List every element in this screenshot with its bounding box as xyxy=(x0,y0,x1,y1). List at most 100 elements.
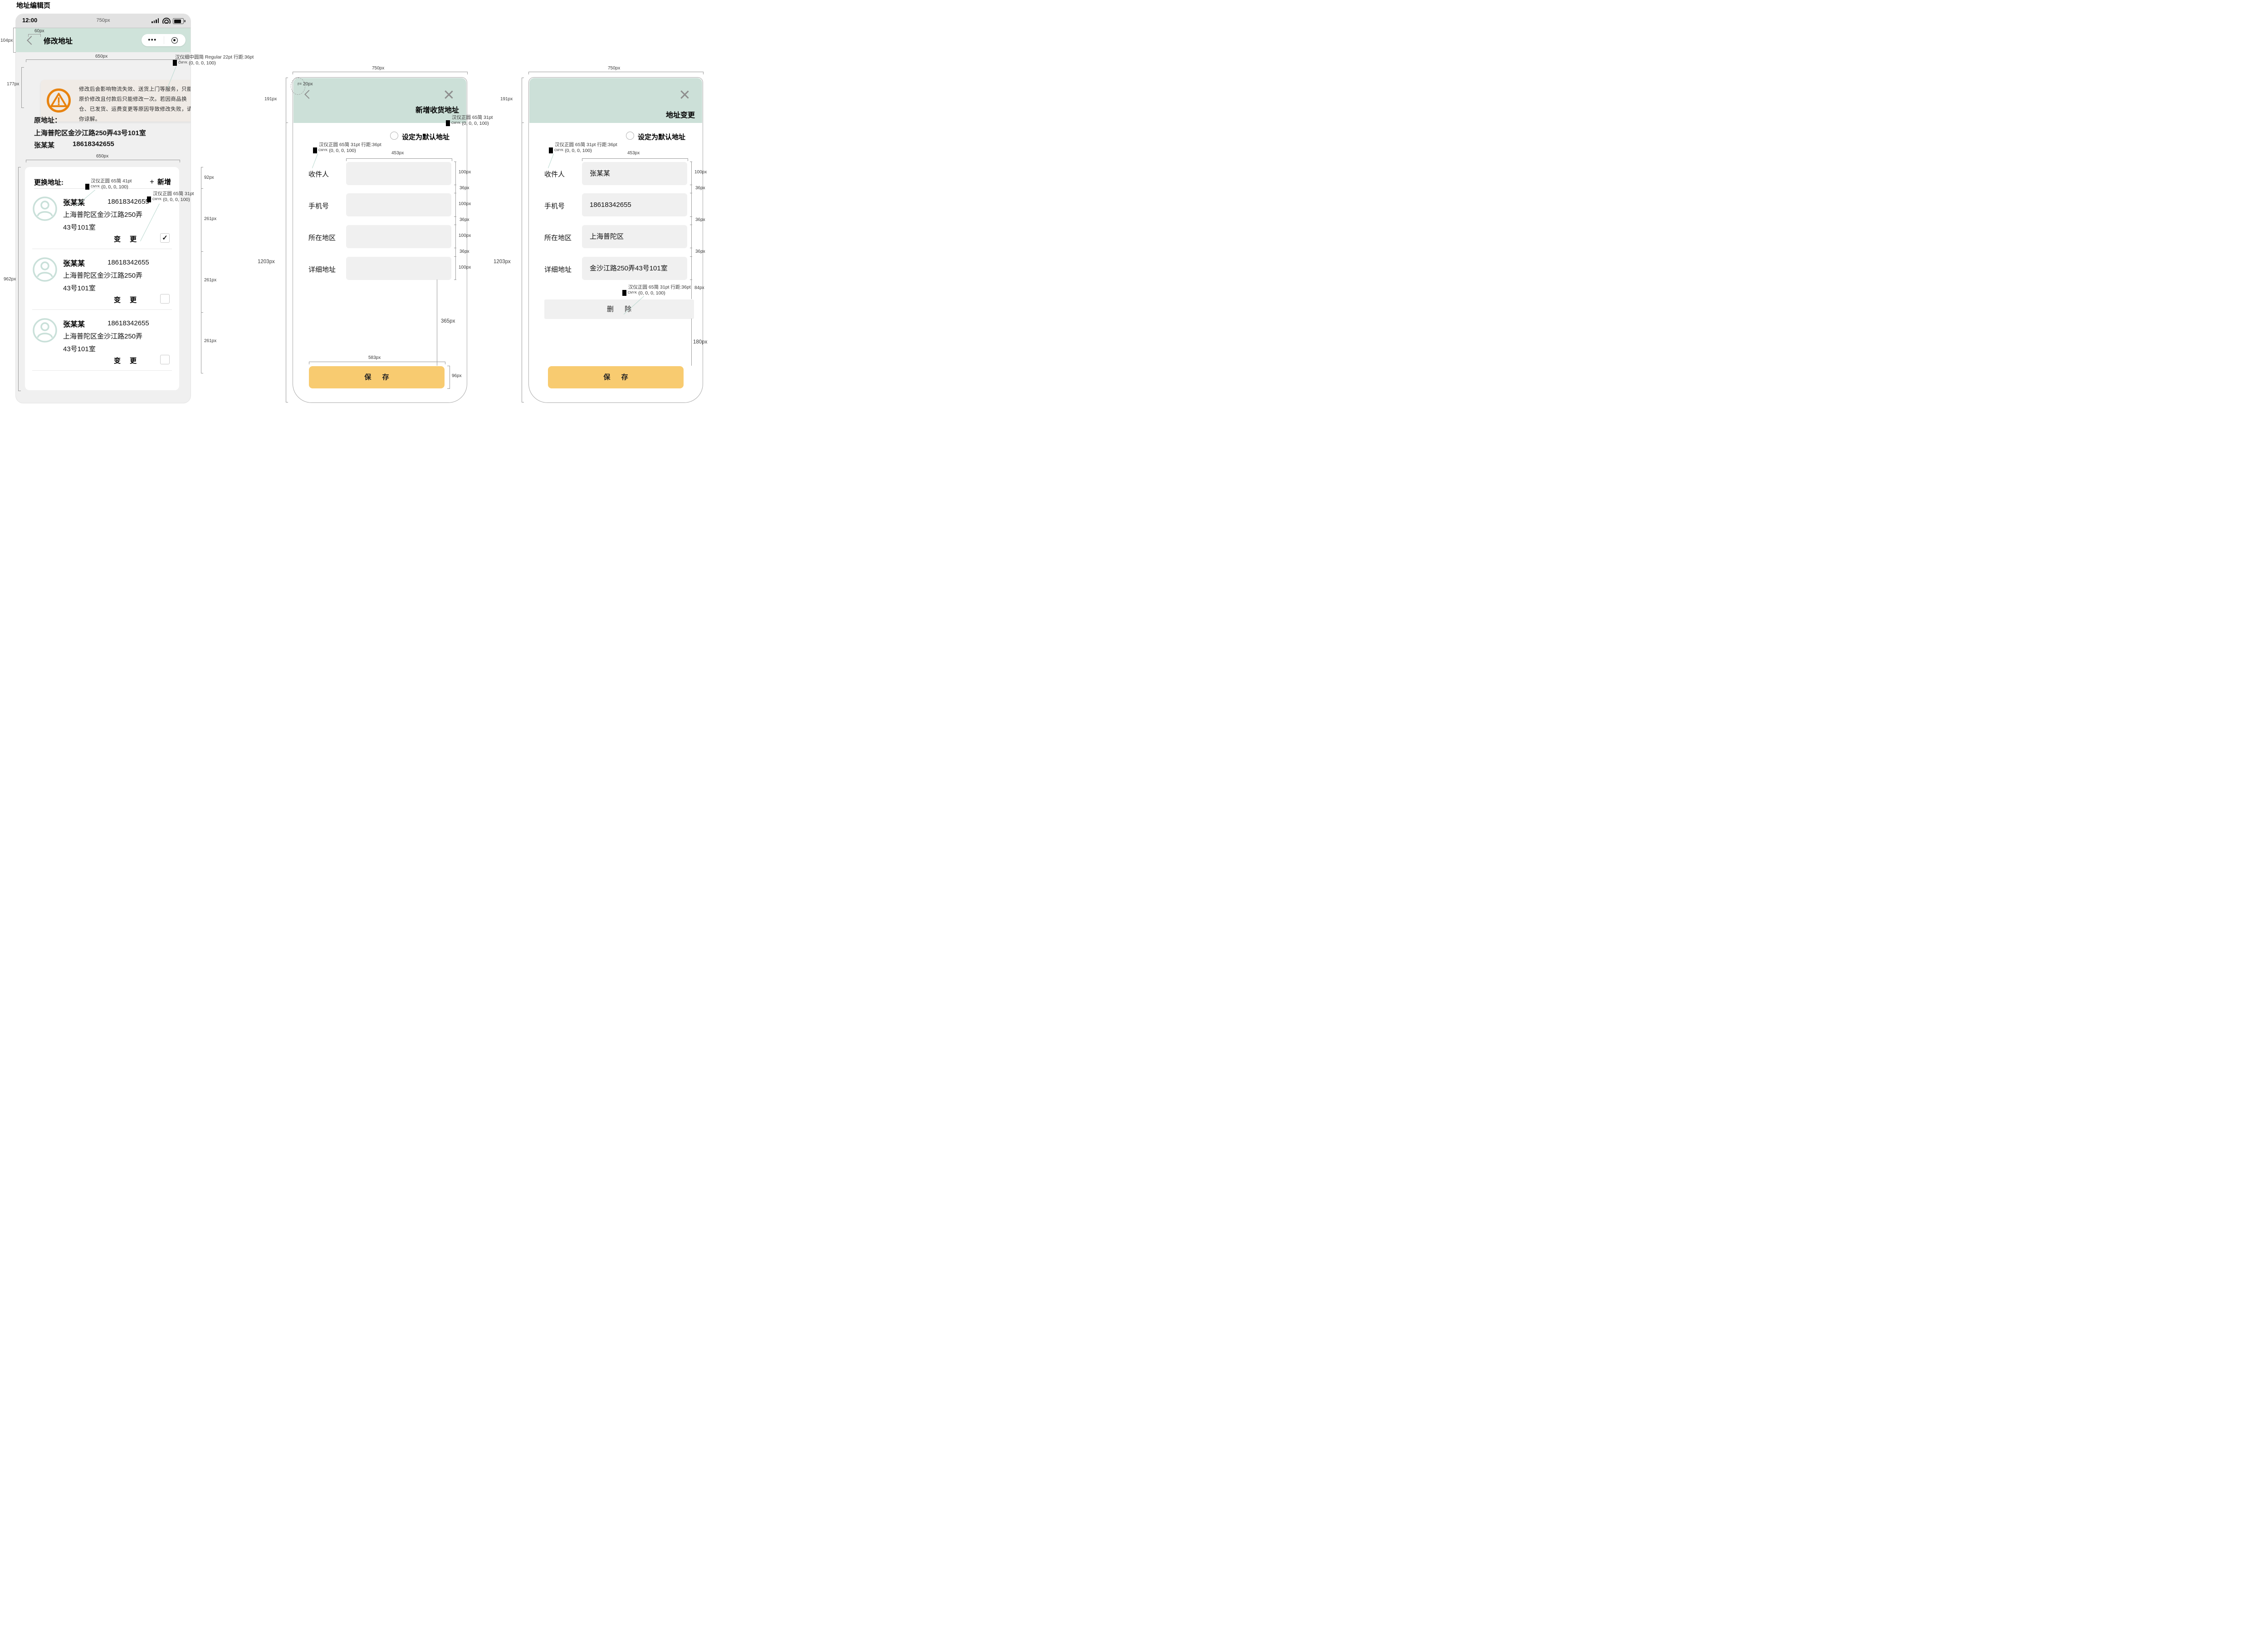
close-icon[interactable] xyxy=(444,90,453,99)
status-bar: 12:00 750px xyxy=(16,14,191,28)
dim-583px: 583px xyxy=(368,355,381,360)
dim-96px: 96px xyxy=(452,373,462,378)
item-name: 张某某 xyxy=(63,318,85,329)
signal-icon xyxy=(152,18,159,23)
item-phone: 18618342655 xyxy=(108,259,149,266)
field-label-recipient: 收件人 xyxy=(544,169,565,179)
item-address-line1: 上海普陀区金沙江路250弄 xyxy=(63,210,142,219)
dim-177px: 177px xyxy=(7,82,19,87)
item-address-line1: 上海普陀区金沙江路250弄 xyxy=(63,331,142,341)
color-annotation: CMYK(0, 0, 0, 100) xyxy=(85,184,128,190)
default-address-radio[interactable] xyxy=(626,132,634,140)
dim-92px: 92px xyxy=(204,175,214,180)
dim-100px: 100px xyxy=(459,265,471,270)
recipient-input[interactable]: 张某某 xyxy=(582,162,687,185)
mini-program-capsule[interactable]: ••• xyxy=(142,34,186,46)
item-address-line2: 43号101室 xyxy=(63,283,96,293)
dim-36px: 36px xyxy=(695,186,705,191)
dim-180px: 180px xyxy=(693,339,707,345)
capsule-close-icon[interactable] xyxy=(171,37,178,44)
field-label-recipient: 收件人 xyxy=(308,169,329,179)
region-input[interactable] xyxy=(346,225,451,248)
more-options-icon[interactable]: ••• xyxy=(142,34,163,46)
change-label: 变 更 xyxy=(114,234,140,244)
black-color-swatch xyxy=(622,290,626,296)
dim-1203px: 1203px xyxy=(258,259,275,265)
font-annotation-41pt: 汉仪正圆 65简 41pt xyxy=(91,177,132,184)
battery-icon xyxy=(173,18,184,24)
nav-header: 新增收货地址 xyxy=(293,78,466,123)
dim-36px: 36px xyxy=(459,186,469,191)
dim-36px: 36px xyxy=(695,249,705,254)
item-name: 张某某 xyxy=(63,257,85,268)
back-chevron-icon[interactable] xyxy=(304,90,313,99)
item-address-line2: 43号101室 xyxy=(63,222,96,232)
item-name: 张某某 xyxy=(63,196,85,207)
delete-button[interactable]: 删 除 xyxy=(544,299,694,319)
back-chevron-icon[interactable] xyxy=(27,36,36,45)
add-new-address-button[interactable]: + 新增 xyxy=(150,177,171,186)
page-header-title: 新增收货地址 xyxy=(415,104,459,115)
color-annotation: CMYK(0, 0, 0, 100) xyxy=(549,147,592,153)
detail-address-input[interactable] xyxy=(346,257,451,280)
field-label-detail: 详细地址 xyxy=(308,265,336,274)
font-annotation-31pt-leading: 汉仪正圆 65简 31pt 行距:36pt xyxy=(319,141,381,148)
field-label-region: 所在地区 xyxy=(544,233,572,242)
nav-header: 地址变更 xyxy=(529,78,702,123)
dim-365px: 365px xyxy=(441,319,455,324)
dim-453px: 453px xyxy=(391,151,404,156)
dim-100px: 100px xyxy=(459,201,471,206)
save-button[interactable]: 保 存 xyxy=(548,366,684,388)
phone-input[interactable]: 18618342655 xyxy=(582,193,687,216)
dim-261px: 261px xyxy=(204,278,216,283)
dim-1203px: 1203px xyxy=(494,259,511,265)
nav-title: 修改地址 xyxy=(44,35,73,46)
dim-36px: 36px xyxy=(459,217,469,222)
item-phone: 18618342655 xyxy=(108,198,149,206)
default-address-radio[interactable] xyxy=(390,132,398,140)
add-new-label: 新增 xyxy=(157,177,171,186)
font-annotation-31pt-leading: 汉仪正圆 65简 31pt 行距:36pt xyxy=(628,284,691,290)
save-button[interactable]: 保 存 xyxy=(309,366,445,388)
change-checkbox-unchecked[interactable] xyxy=(160,294,170,304)
dim-36px: 36px xyxy=(459,249,469,254)
dim-36px: 36px xyxy=(695,217,705,222)
page-title: 地址编辑页 xyxy=(16,0,50,10)
dim-100px: 100px xyxy=(459,233,471,238)
change-checkbox-checked[interactable]: ✓ xyxy=(160,233,170,243)
default-address-label: 设定为默认地址 xyxy=(402,132,450,142)
dim-r20: r= 20px xyxy=(298,82,313,87)
color-annotation: CMYK(0, 0, 0, 100) xyxy=(446,120,489,126)
color-annotation: CMYK(0, 0, 0, 100) xyxy=(622,290,665,296)
black-color-swatch xyxy=(446,120,450,126)
change-label: 变 更 xyxy=(114,356,140,365)
field-label-phone: 手机号 xyxy=(308,201,329,211)
original-phone: 18618342655 xyxy=(73,140,114,148)
black-color-swatch xyxy=(85,184,89,190)
color-annotation: CMYK(0, 0, 0, 100) xyxy=(313,147,356,153)
change-checkbox-unchecked[interactable] xyxy=(160,355,170,364)
warning-text: 修改后会影响物流失效、送货上门等服务，只能原价修改且付款后只能修改一次。若因商品… xyxy=(79,84,191,124)
region-input[interactable]: 上海普陀区 xyxy=(582,225,687,248)
address-list-item[interactable]: 张某某 18618342655 上海普陀区金沙江路250弄 43号101室 变 … xyxy=(25,249,179,310)
dim-261px: 261px xyxy=(204,216,216,221)
close-icon[interactable] xyxy=(680,90,689,99)
font-annotation-31pt-leading: 汉仪正圆 65简 31pt 行距:36pt xyxy=(555,141,617,148)
avatar-icon xyxy=(32,196,58,221)
dim-191px: 191px xyxy=(264,97,277,102)
phone-input[interactable] xyxy=(346,193,451,216)
item-address-line2: 43号101室 xyxy=(63,344,96,353)
dim-962px: 962px xyxy=(4,277,16,282)
detail-address-input[interactable]: 金沙江路250弄43号101室 xyxy=(582,257,687,280)
recipient-input[interactable] xyxy=(346,162,451,185)
address-list-item[interactable]: 张某某 18618342655 上海普陀区金沙江路250弄 43号101室 变 … xyxy=(25,310,179,371)
spec-sheet: 地址编辑页 12:00 750px 修改地址 ••• xyxy=(0,0,711,404)
dim-750px: 750px xyxy=(372,66,384,71)
wifi-icon xyxy=(162,18,171,24)
black-color-swatch xyxy=(173,60,177,66)
dim-100px: 100px xyxy=(459,170,471,175)
page-header-title: 地址变更 xyxy=(666,109,695,120)
original-name: 张某某 xyxy=(34,140,54,150)
dim-84px: 84px xyxy=(694,285,704,290)
field-label-region: 所在地区 xyxy=(308,233,336,242)
